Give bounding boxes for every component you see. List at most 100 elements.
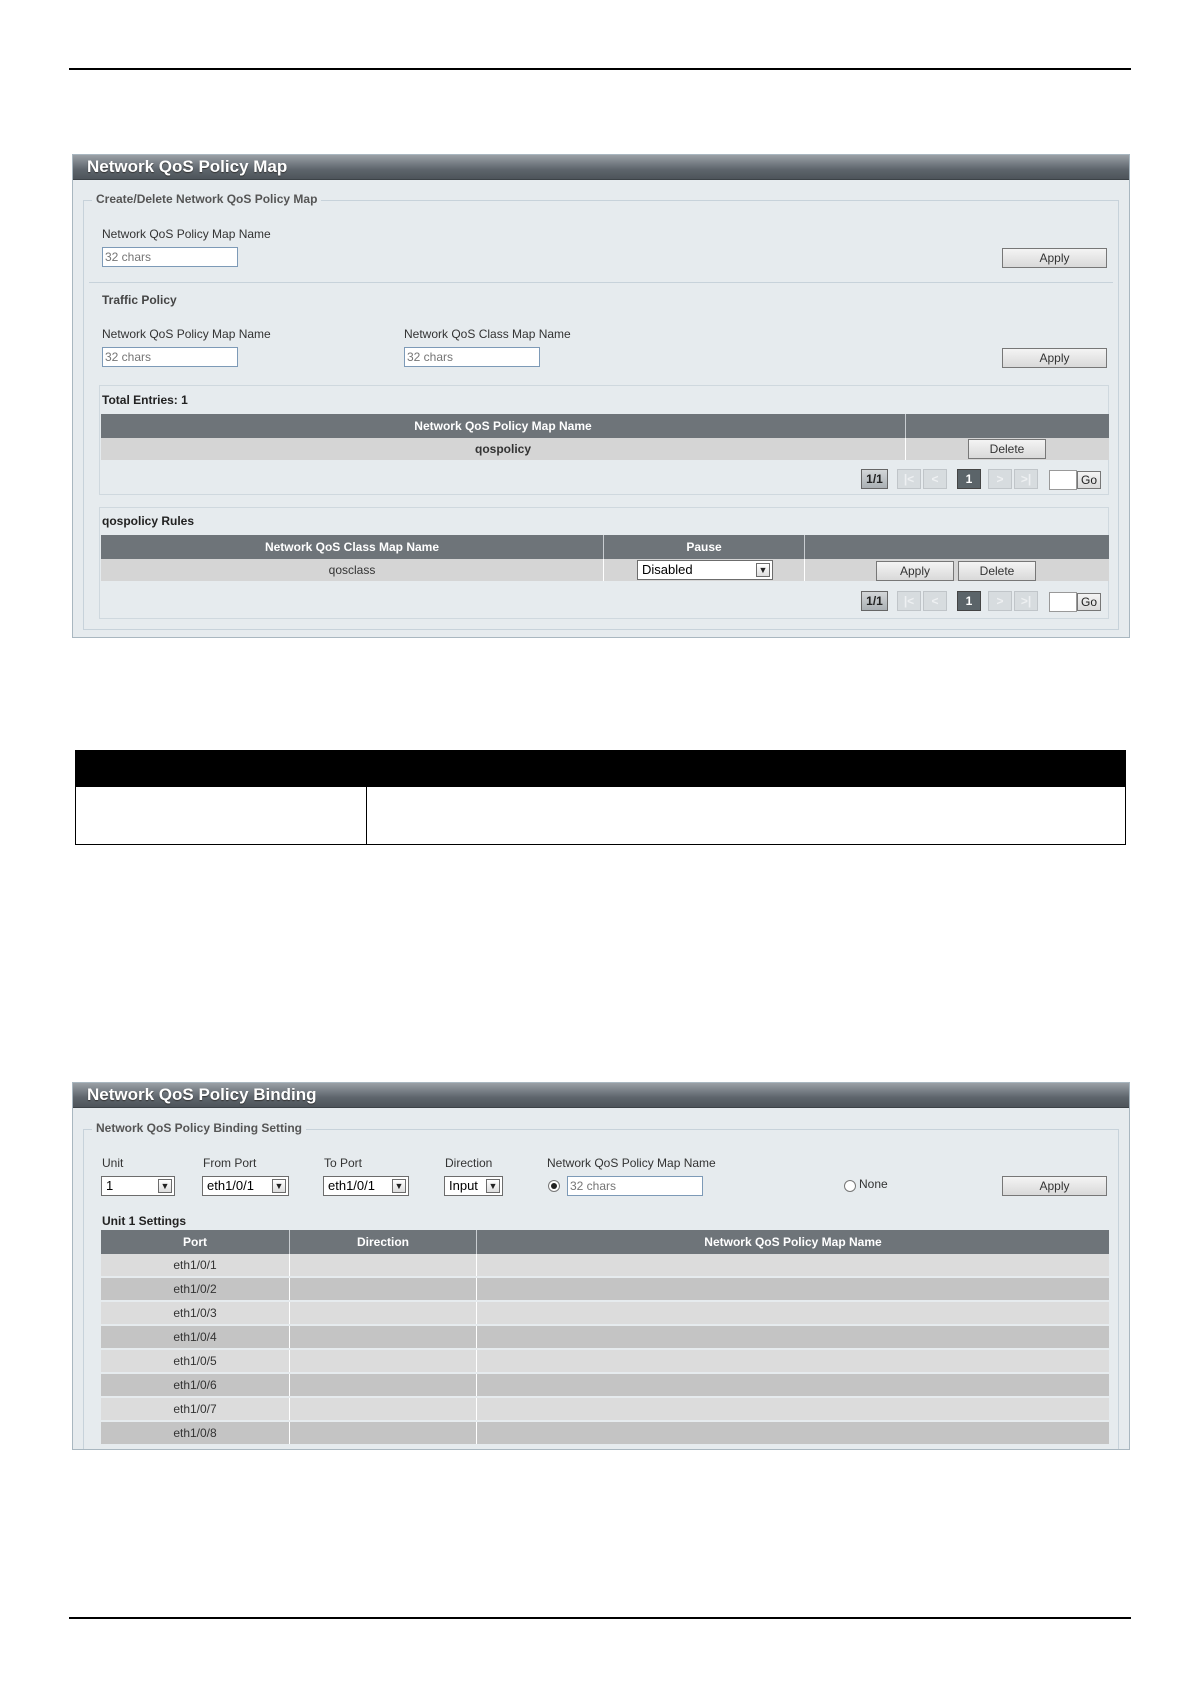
policy-name-cell: qospolicy [101,438,906,460]
panel-title: Network QoS Policy Binding [73,1083,1129,1108]
parameter-table-divider [366,786,367,845]
first-page-button[interactable]: |< [897,591,921,611]
tp-class-name-label: Network QoS Class Map Name [404,327,571,341]
total-entries: Total Entries: 1 [102,393,188,407]
tp-policy-name-input[interactable] [102,347,238,367]
rules-title: qospolicy Rules [102,514,195,528]
policy-map-panel: Network QoS Policy Map Create/Delete Net… [72,154,1130,638]
unit-select-value: 1 [106,1178,114,1193]
policy-cell [477,1326,1109,1348]
parameter-table [75,750,1126,845]
policy-binding-panel: Network QoS Policy Binding Network QoS P… [72,1082,1130,1450]
chevron-down-icon: ▼ [756,563,770,577]
policy-name-header: Network QoS Policy Map Name [101,414,906,438]
policy-map-header: Network QoS Policy Map Name [704,1235,882,1249]
last-page-button[interactable]: >| [1014,591,1038,611]
direction-select-value: Input [449,1178,478,1193]
policy-delete-button[interactable]: Delete [968,439,1046,459]
to-port-select[interactable]: eth1/0/1 ▼ [323,1176,409,1196]
binding-legend: Network QoS Policy Binding Setting [92,1121,307,1135]
from-port-select[interactable]: eth1/0/1 ▼ [202,1176,289,1196]
page-number-input[interactable] [1049,470,1077,490]
last-page-button[interactable]: >| [1014,469,1038,489]
port-cell: eth1/0/8 [101,1422,290,1444]
chevron-down-icon: ▼ [272,1179,286,1193]
parameter-table-header [75,750,1126,786]
table-row: eth1/0/4 [101,1326,1109,1348]
rules-actions-cell [805,559,1109,581]
rule-apply-button[interactable]: Apply [876,561,954,581]
first-page-button[interactable]: |< [897,469,921,489]
policy-map-name-label: Network QoS Policy Map Name [102,227,271,241]
direction-cell [290,1374,477,1396]
port-cell: eth1/0/3 [101,1302,290,1324]
table-row: eth1/0/8 [101,1422,1109,1444]
parameter-table-body [75,786,1126,845]
direction-cell [290,1278,477,1300]
table-row: eth1/0/7 [101,1398,1109,1420]
direction-select[interactable]: Input ▼ [444,1176,503,1196]
port-header: Port [101,1230,290,1254]
direction-cell [290,1326,477,1348]
table-row: qospolicy [101,438,1109,460]
create-delete-legend: Create/Delete Network QoS Policy Map [92,192,322,206]
rules-actions-header [805,535,1109,559]
from-port-label: From Port [203,1156,257,1170]
rules-table-header: Network QoS Class Map Name Pause [101,535,1109,559]
binding-policy-name-input[interactable] [567,1176,703,1196]
section-divider [89,282,1113,283]
prev-page-button[interactable]: < [923,591,947,611]
policy-actions-header [906,414,1109,438]
table-row: eth1/0/6 [101,1374,1109,1396]
direction-cell [290,1398,477,1420]
policy-cell [477,1398,1109,1420]
binding-apply-button[interactable]: Apply [1002,1176,1107,1196]
tp-apply-button[interactable]: Apply [1002,348,1107,368]
port-cell: eth1/0/5 [101,1350,290,1372]
port-cell: eth1/0/4 [101,1326,290,1348]
unit-select[interactable]: 1 ▼ [101,1176,175,1196]
next-page-button[interactable]: > [988,591,1012,611]
rule-delete-button[interactable]: Delete [958,561,1036,581]
none-radio[interactable] [844,1180,856,1192]
policy-map-name-input[interactable] [102,247,238,267]
table-row: eth1/0/1 [101,1254,1109,1276]
table-row: eth1/0/2 [101,1278,1109,1300]
create-apply-button[interactable]: Apply [1002,248,1107,268]
table-row: eth1/0/3 [101,1302,1109,1324]
class-name-header: Network QoS Class Map Name [101,535,604,559]
port-cell: eth1/0/1 [101,1254,290,1276]
unit-settings-title: Unit 1 Settings [102,1214,187,1228]
direction-cell [290,1302,477,1324]
direction-cell [290,1254,477,1276]
page-number-input[interactable] [1049,592,1077,612]
page-indicator: 1/1 [861,469,888,489]
direction-header: Direction [290,1230,477,1254]
policy-cell [477,1302,1109,1324]
tp-class-name-input[interactable] [404,347,540,367]
current-page[interactable]: 1 [957,591,981,611]
chevron-down-icon: ▼ [392,1179,406,1193]
top-rule [69,68,1131,70]
traffic-policy-label: Traffic Policy [102,293,177,307]
direction-cell [290,1422,477,1444]
class-name-cell: qosclass [101,559,604,581]
direction-cell [290,1350,477,1372]
go-button[interactable]: Go [1077,593,1101,611]
pause-select[interactable]: Disabled ▼ [637,560,773,580]
policy-name-radio[interactable] [548,1180,560,1192]
next-page-button[interactable]: > [988,469,1012,489]
port-cell: eth1/0/7 [101,1398,290,1420]
page-indicator: 1/1 [861,591,888,611]
policy-cell [477,1254,1109,1276]
tp-policy-name-label: Network QoS Policy Map Name [102,327,271,341]
chevron-down-icon: ▼ [486,1179,500,1193]
policy-cell [477,1278,1109,1300]
to-port-label: To Port [324,1156,363,1170]
from-port-select-value: eth1/0/1 [207,1178,254,1193]
unit-label: Unit [102,1156,124,1170]
to-port-select-value: eth1/0/1 [328,1178,375,1193]
go-button[interactable]: Go [1077,471,1101,489]
prev-page-button[interactable]: < [923,469,947,489]
current-page[interactable]: 1 [957,469,981,489]
